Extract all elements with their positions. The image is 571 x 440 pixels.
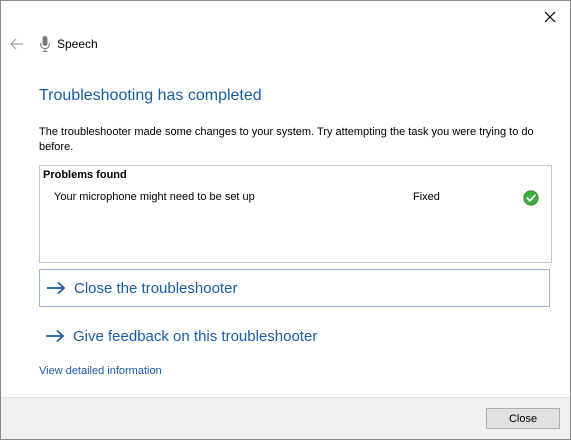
close-icon[interactable]: [540, 7, 560, 27]
close-troubleshooter-link[interactable]: Close the troubleshooter: [39, 269, 550, 307]
app-title: Speech: [57, 37, 98, 51]
window-header: Speech: [9, 35, 98, 53]
problem-row: Your microphone might need to be set up …: [40, 190, 551, 208]
problems-found-panel: Problems found Your microphone might nee…: [39, 165, 552, 263]
back-arrow-icon[interactable]: [9, 36, 25, 52]
close-troubleshooter-label: Close the troubleshooter: [74, 279, 238, 297]
give-feedback-link[interactable]: Give feedback on this troubleshooter: [39, 317, 550, 355]
dialog-footer: Close: [1, 397, 570, 439]
view-detailed-information-link[interactable]: View detailed information: [39, 365, 162, 377]
right-arrow-icon: [47, 281, 66, 295]
problem-name: Your microphone might need to be set up: [54, 191, 255, 203]
right-arrow-icon: [46, 329, 65, 343]
page-title: Troubleshooting has completed: [39, 87, 262, 104]
result-description: The troubleshooter made some changes to …: [39, 126, 534, 153]
problems-found-heading: Problems found: [43, 169, 127, 181]
problem-status: Fixed: [413, 191, 440, 203]
troubleshooter-window: Speech Troubleshooting has completed The…: [0, 0, 571, 440]
microphone-icon: [40, 36, 50, 52]
give-feedback-label: Give feedback on this troubleshooter: [73, 327, 318, 345]
close-button[interactable]: Close: [486, 408, 560, 429]
green-check-icon: [523, 190, 539, 206]
